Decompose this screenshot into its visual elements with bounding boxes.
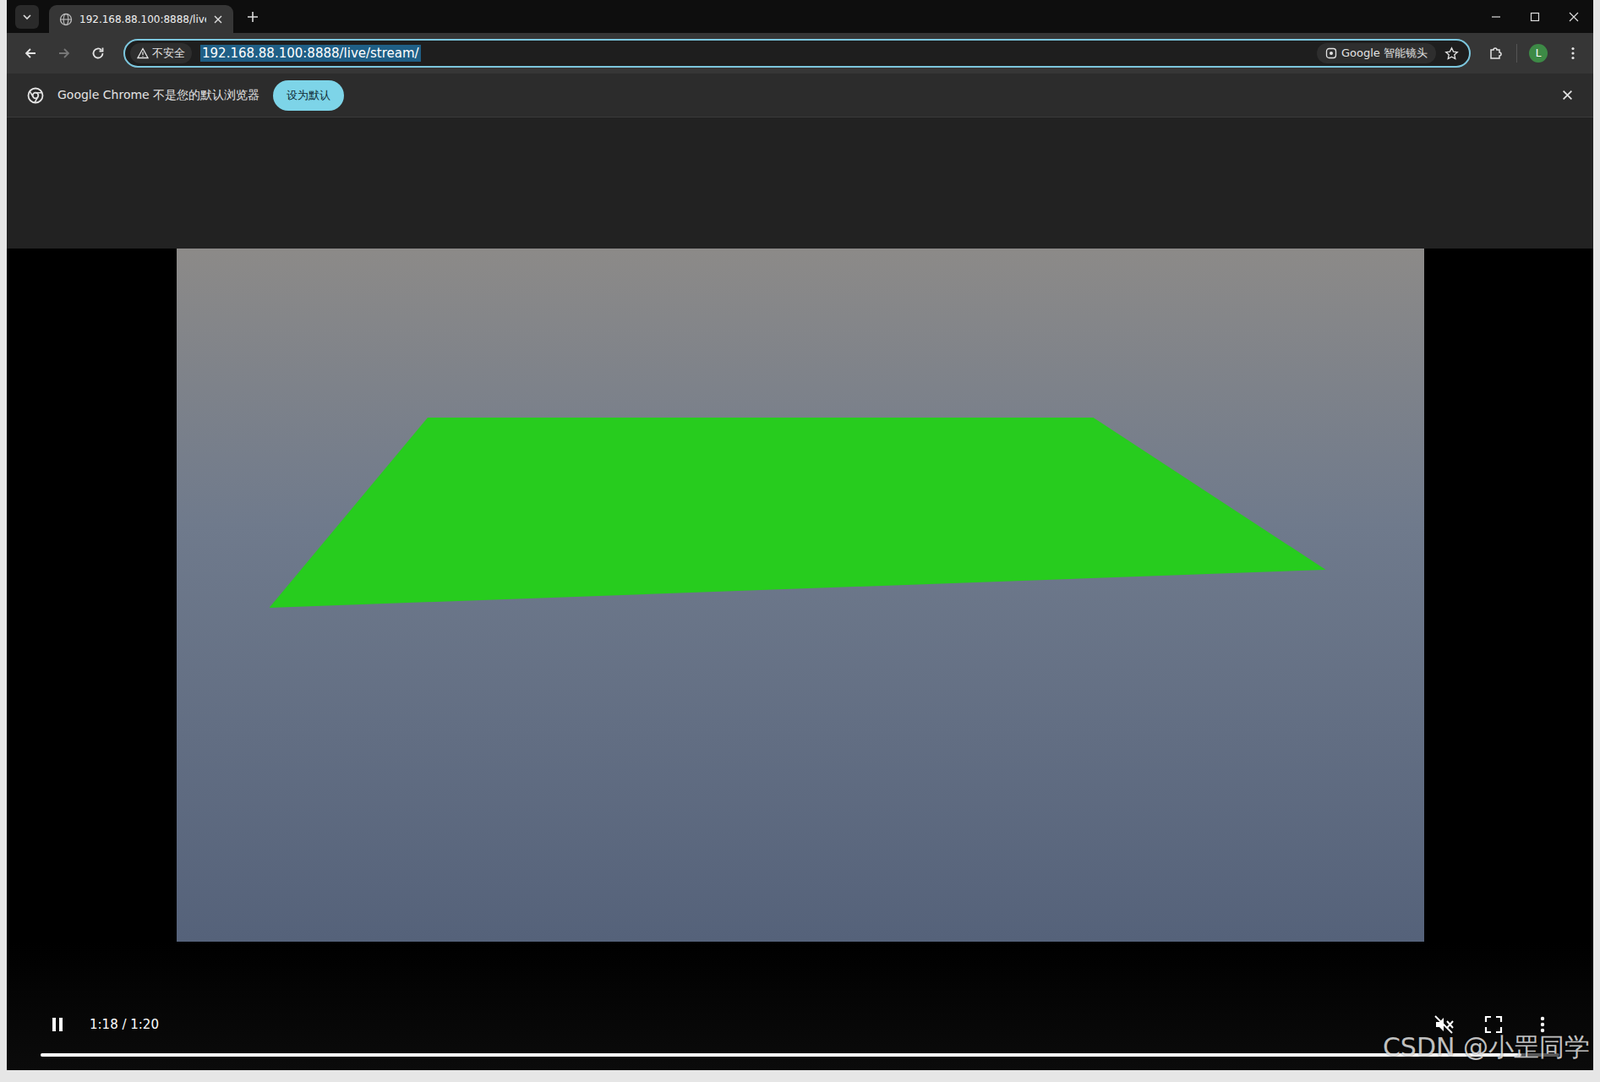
kebab-menu-icon	[1565, 45, 1581, 61]
pause-icon	[49, 1015, 66, 1033]
browser-window: 192.168.88.100:8888/live/str 不安全 192.168…	[6, 0, 1594, 1071]
minimize-icon	[1490, 11, 1502, 22]
maximize-button[interactable]	[1515, 0, 1555, 33]
close-icon[interactable]	[212, 14, 224, 25]
lens-icon	[1325, 47, 1338, 60]
tab[interactable]: 192.168.88.100:8888/live/str	[49, 5, 234, 33]
lens-button[interactable]: Google 智能镜头	[1316, 43, 1437, 64]
tab-label: 192.168.88.100:8888/live/str	[79, 13, 207, 26]
watermark: CSDN @小罡同学	[1382, 1030, 1590, 1065]
fullscreen-icon	[1484, 1015, 1503, 1034]
close-icon[interactable]	[1561, 89, 1573, 101]
kebab-menu-icon	[1534, 1015, 1551, 1034]
security-label: 不安全	[152, 45, 186, 61]
video-controls: 1:18 / 1:20	[6, 941, 1594, 1071]
reload-button[interactable]	[84, 39, 112, 67]
page-content: 1:18 / 1:20 CSDN @小罡同学	[6, 117, 1594, 1071]
globe-icon	[59, 12, 73, 27]
back-arrow-icon	[22, 45, 39, 61]
url-text[interactable]: 192.168.88.100:8888/live/stream/	[200, 44, 421, 62]
warning-icon	[136, 47, 149, 60]
video-player[interactable]: 1:18 / 1:20 CSDN @小罡同学	[6, 248, 1594, 1071]
infobar-message: Google Chrome 不是您的默认浏览器	[57, 87, 260, 104]
tab-bar: 192.168.88.100:8888/live/str	[6, 0, 1594, 33]
close-window-button[interactable]	[1554, 0, 1594, 33]
puzzle-icon	[1488, 45, 1504, 61]
profile-avatar[interactable]: L	[1529, 43, 1548, 63]
time-display: 1:18 / 1:20	[89, 1016, 159, 1033]
chevron-down-icon	[21, 10, 33, 23]
new-tab-button[interactable]	[240, 4, 266, 30]
chrome-logo-icon	[27, 87, 44, 104]
tab-search-button[interactable]	[15, 5, 39, 29]
toolbar: 不安全 192.168.88.100:8888/live/stream/ Goo…	[6, 32, 1594, 74]
address-bar[interactable]: 不安全 192.168.88.100:8888/live/stream/ Goo…	[123, 38, 1471, 68]
play-pause-button[interactable]	[40, 1007, 75, 1042]
video-frame	[176, 248, 1425, 942]
progress-fill	[40, 1053, 1522, 1057]
reload-icon	[90, 45, 106, 61]
back-button[interactable]	[16, 39, 44, 67]
lens-label: Google 智能镜头	[1341, 45, 1428, 61]
bookmark-star-icon[interactable]	[1444, 46, 1459, 61]
menu-button[interactable]	[1559, 39, 1587, 67]
set-default-button[interactable]: 设为默认	[273, 80, 345, 111]
extensions-button[interactable]	[1482, 39, 1510, 67]
plus-icon	[246, 10, 259, 23]
maximize-icon	[1529, 11, 1540, 22]
default-browser-infobar: Google Chrome 不是您的默认浏览器 设为默认	[6, 73, 1594, 118]
forward-button[interactable]	[50, 39, 78, 67]
progress-bar[interactable]	[40, 1053, 1560, 1057]
security-chip[interactable]: 不安全	[130, 43, 192, 64]
minimize-button[interactable]	[1476, 0, 1516, 33]
forward-arrow-icon	[56, 45, 72, 61]
muted-speaker-icon	[1433, 1014, 1456, 1035]
close-icon	[1568, 11, 1579, 22]
